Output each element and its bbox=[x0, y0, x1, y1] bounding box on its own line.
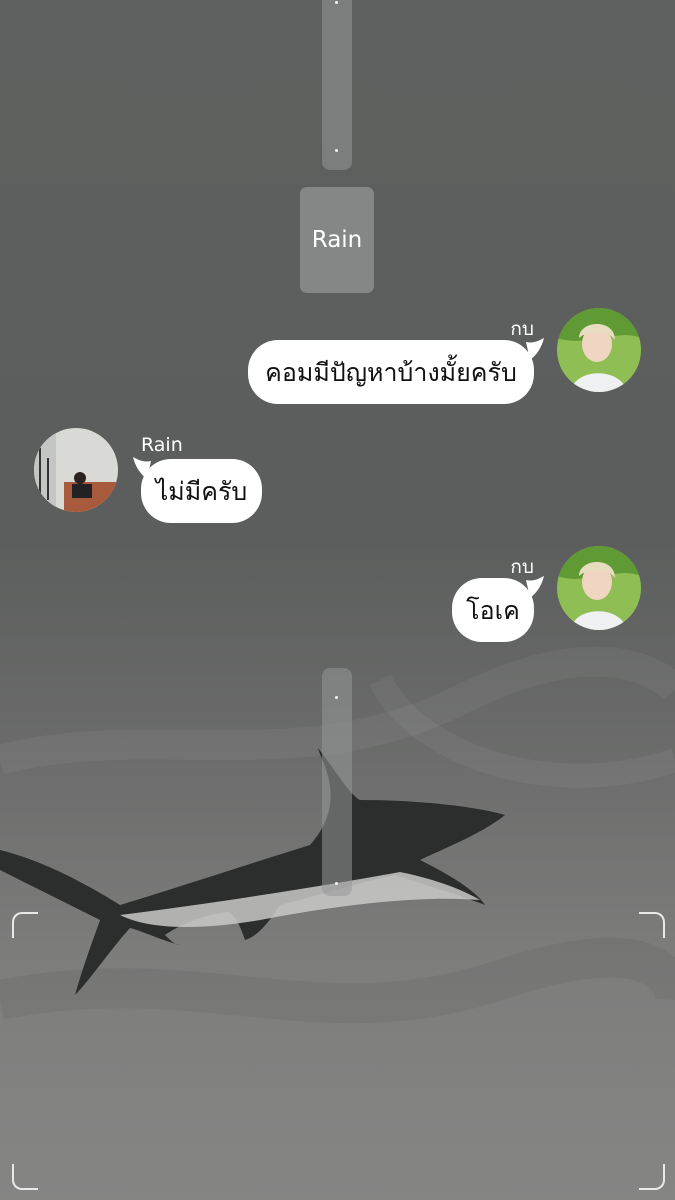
viewfinder-corner-icon bbox=[639, 1164, 665, 1190]
message-bubble[interactable]: โอเค bbox=[452, 578, 534, 642]
avatar-rain[interactable] bbox=[34, 428, 118, 512]
top-scroll-indicator[interactable] bbox=[322, 0, 352, 170]
avatar-kob[interactable] bbox=[557, 546, 641, 630]
bottom-scroll-indicator[interactable] bbox=[322, 668, 352, 896]
message-bubble[interactable]: ไม่มีครับ bbox=[141, 459, 262, 523]
avatar-kob[interactable] bbox=[557, 308, 641, 392]
viewfinder-corner-icon bbox=[12, 912, 38, 938]
indicator-dot bbox=[335, 882, 338, 885]
message-bubble[interactable]: คอมมีปัญหาบ้างมั้ยครับ bbox=[248, 340, 534, 404]
sender-name: Rain bbox=[141, 434, 183, 456]
message-text: โอเค bbox=[466, 595, 520, 625]
viewfinder-corner-icon bbox=[12, 1164, 38, 1190]
bubble-tail bbox=[526, 338, 544, 360]
viewfinder-corner-icon bbox=[639, 912, 665, 938]
indicator-dot bbox=[335, 1, 338, 4]
message-text: ไม่มีครับ bbox=[155, 476, 248, 506]
contact-name-chip: Rain bbox=[300, 187, 374, 293]
message-text: คอมมีปัญหาบ้างมั้ยครับ bbox=[265, 357, 517, 387]
bubble-tail bbox=[526, 576, 544, 598]
indicator-dot bbox=[335, 149, 338, 152]
indicator-dot bbox=[335, 696, 338, 699]
contact-name: Rain bbox=[311, 227, 363, 253]
